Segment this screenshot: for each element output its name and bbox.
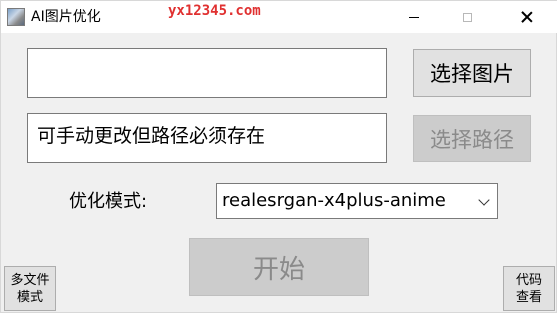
close-icon (521, 11, 533, 23)
select-path-button[interactable]: 选择路径 (413, 115, 531, 162)
app-window: AI图片优化 yx12345.com 选择图片 可手动更改但路径必须存在 选择路… (0, 0, 557, 313)
optimize-mode-value: realesrgan-x4plus-anime (222, 190, 446, 211)
watermark: yx12345.com (168, 3, 261, 19)
chevron-down-icon (478, 194, 490, 206)
multi-file-label-line1: 多文件 (10, 272, 50, 288)
optimize-mode-select[interactable]: realesrgan-x4plus-anime (216, 183, 498, 219)
close-button[interactable] (504, 1, 550, 33)
select-image-button[interactable]: 选择图片 (413, 49, 531, 97)
view-code-label-line1: 代码 (515, 272, 542, 288)
minimize-button[interactable] (391, 1, 437, 33)
view-code-button[interactable]: 代码 查看 (503, 266, 555, 311)
start-button[interactable]: 开始 (189, 238, 369, 296)
minimize-icon (409, 16, 419, 18)
view-code-label-line2: 查看 (515, 289, 542, 305)
image-file-field[interactable] (27, 48, 387, 98)
multi-file-label-line2: 模式 (16, 289, 43, 305)
window-title: AI图片优化 (31, 9, 101, 25)
output-path-field[interactable]: 可手动更改但路径必须存在 (27, 113, 387, 163)
multi-file-mode-button[interactable]: 多文件 模式 (4, 266, 56, 311)
maximize-icon (462, 12, 472, 22)
maximize-button[interactable] (444, 1, 490, 33)
picture-app-icon (7, 8, 25, 26)
optimize-mode-label: 优化模式: (69, 191, 148, 212)
title-bar: AI图片优化 yx12345.com (1, 1, 557, 33)
